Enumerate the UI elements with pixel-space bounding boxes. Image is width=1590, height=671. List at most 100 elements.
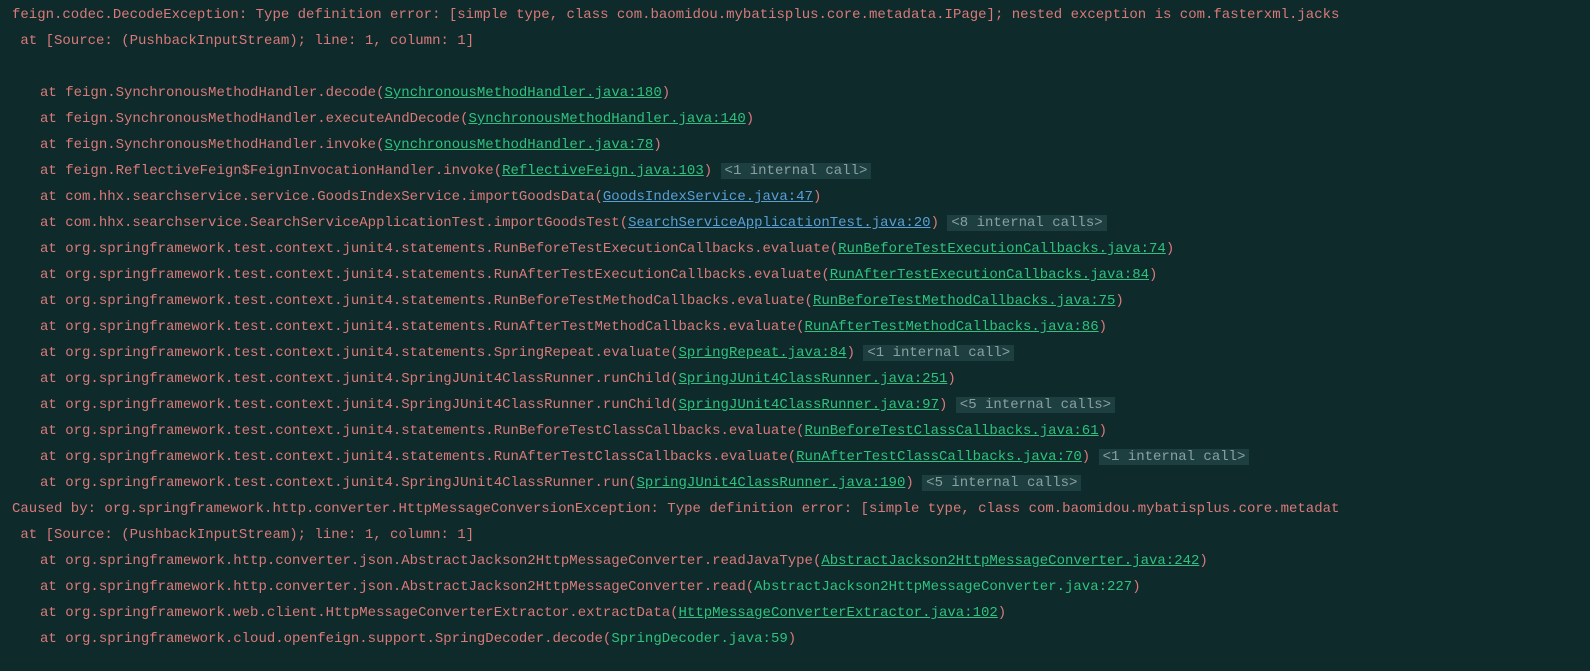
frame-content: at org.springframework.test.context.juni… (12, 449, 1249, 465)
source-link[interactable]: RunBeforeTestMethodCallbacks.java:75 (813, 293, 1115, 309)
source-link[interactable]: RunAfterTestExecutionCallbacks.java:84 (830, 267, 1149, 283)
at-keyword: at (40, 423, 65, 439)
source-link[interactable]: HttpMessageConverterExtractor.java:102 (679, 605, 998, 621)
at-keyword: at (40, 85, 65, 101)
close-paren: ) (788, 631, 796, 647)
frame-content: at org.springframework.test.context.juni… (12, 397, 1115, 413)
frame-content: at feign.ReflectiveFeign$FeignInvocation… (12, 163, 871, 179)
frame-content: at org.springframework.test.context.juni… (12, 475, 1081, 491)
stack-frame-line: at org.springframework.test.context.juni… (0, 288, 1590, 314)
source-link[interactable]: SpringJUnit4ClassRunner.java:190 (637, 475, 906, 491)
close-paren: ) (813, 189, 821, 205)
stack-frames-caused: at org.springframework.http.converter.js… (0, 548, 1590, 652)
internal-calls-badge[interactable]: <1 internal call> (863, 345, 1014, 361)
close-paren: ) (653, 137, 661, 153)
frame-method: feign.SynchronousMethodHandler.invoke( (65, 137, 384, 153)
frame-content: at org.springframework.test.context.juni… (12, 423, 1107, 439)
frame-method: org.springframework.test.context.junit4.… (65, 241, 838, 257)
at-keyword: at (40, 111, 65, 127)
frame-content: at org.springframework.test.context.juni… (12, 267, 1157, 283)
source-link[interactable]: RunAfterTestClassCallbacks.java:70 (796, 449, 1082, 465)
close-paren: ) (662, 85, 670, 101)
frame-content: at org.springframework.cloud.openfeign.s… (12, 631, 796, 647)
at-keyword: at (40, 267, 65, 283)
source-link[interactable]: RunBeforeTestClassCallbacks.java:61 (805, 423, 1099, 439)
frame-method: org.springframework.test.context.junit4.… (65, 423, 804, 439)
source-link[interactable]: RunBeforeTestExecutionCallbacks.java:74 (838, 241, 1166, 257)
frame-method: org.springframework.test.context.junit4.… (65, 267, 830, 283)
source-link[interactable]: SynchronousMethodHandler.java:180 (384, 85, 661, 101)
at-keyword: at (40, 371, 65, 387)
caused-by-text: Caused by: org.springframework.http.conv… (12, 501, 1339, 517)
frame-method: org.springframework.test.context.junit4.… (65, 293, 813, 309)
frame-method: com.hhx.searchservice.SearchServiceAppli… (65, 215, 628, 231)
internal-calls-badge[interactable]: <8 internal calls> (947, 215, 1106, 231)
frame-content: at org.springframework.test.context.juni… (12, 241, 1174, 257)
source-link[interactable]: SpringRepeat.java:84 (679, 345, 847, 361)
source-link: AbstractJackson2HttpMessageConverter.jav… (754, 579, 1132, 595)
stack-frame-line: at org.springframework.test.context.juni… (0, 418, 1590, 444)
close-paren: ) (1115, 293, 1123, 309)
at-keyword: at (40, 137, 65, 153)
frame-content: at feign.SynchronousMethodHandler.decode… (12, 85, 670, 101)
internal-calls-badge[interactable]: <5 internal calls> (922, 475, 1081, 491)
source-link[interactable]: RunAfterTestMethodCallbacks.java:86 (805, 319, 1099, 335)
source-link[interactable]: AbstractJackson2HttpMessageConverter.jav… (821, 553, 1199, 569)
source-link[interactable]: ReflectiveFeign.java:103 (502, 163, 704, 179)
source-link[interactable]: SpringJUnit4ClassRunner.java:97 (679, 397, 939, 413)
source-link[interactable]: SynchronousMethodHandler.java:140 (468, 111, 745, 127)
at-keyword: at (40, 293, 65, 309)
close-paren: ) (847, 345, 855, 361)
frame-method: org.springframework.test.context.junit4.… (65, 319, 804, 335)
frame-method: org.springframework.test.context.junit4.… (65, 449, 796, 465)
close-paren: ) (1132, 579, 1140, 595)
frame-content: at org.springframework.test.context.juni… (12, 319, 1107, 335)
source-link[interactable]: SynchronousMethodHandler.java:78 (384, 137, 653, 153)
blank-line (0, 54, 1590, 80)
stack-frame-line: at org.springframework.http.converter.js… (0, 548, 1590, 574)
close-paren: ) (1166, 241, 1174, 257)
frame-content: at com.hhx.searchservice.service.GoodsIn… (12, 189, 821, 205)
exception-source: at [Source: (PushbackInputStream); line:… (12, 33, 474, 49)
stack-frame-line: at org.springframework.test.context.juni… (0, 392, 1590, 418)
close-paren: ) (1082, 449, 1090, 465)
at-keyword: at (40, 475, 65, 491)
at-keyword: at (40, 579, 65, 595)
frame-method: org.springframework.test.context.junit4.… (65, 371, 678, 387)
at-keyword: at (40, 397, 65, 413)
internal-calls-badge[interactable]: <1 internal call> (1099, 449, 1250, 465)
frame-content: at org.springframework.http.converter.js… (12, 579, 1141, 595)
close-paren: ) (746, 111, 754, 127)
stack-frame-line: at org.springframework.test.context.juni… (0, 340, 1590, 366)
stack-frame-line: at com.hhx.searchservice.service.GoodsIn… (0, 184, 1590, 210)
at-keyword: at (40, 605, 65, 621)
exception-text: feign.codec.DecodeException: Type defini… (12, 7, 1339, 23)
frame-method: org.springframework.test.context.junit4.… (65, 345, 678, 361)
at-keyword: at (40, 631, 65, 647)
source-link[interactable]: SpringJUnit4ClassRunner.java:251 (679, 371, 948, 387)
frame-content: at org.springframework.test.context.juni… (12, 293, 1124, 309)
at-keyword: at (40, 241, 65, 257)
frame-content: at org.springframework.test.context.juni… (12, 345, 1014, 361)
at-keyword: at (40, 553, 65, 569)
frame-content: at com.hhx.searchservice.SearchServiceAp… (12, 215, 1107, 231)
source-link[interactable]: SearchServiceApplicationTest.java:20 (628, 215, 930, 231)
source-link[interactable]: GoodsIndexService.java:47 (603, 189, 813, 205)
close-paren: ) (1099, 319, 1107, 335)
stack-frame-line: at org.springframework.web.client.HttpMe… (0, 600, 1590, 626)
at-keyword: at (40, 345, 65, 361)
close-paren: ) (998, 605, 1006, 621)
stack-frame-line: at feign.SynchronousMethodHandler.decode… (0, 80, 1590, 106)
frame-method: org.springframework.http.converter.json.… (65, 553, 821, 569)
frame-method: com.hhx.searchservice.service.GoodsIndex… (65, 189, 603, 205)
at-keyword: at (40, 319, 65, 335)
caused-by-source: at [Source: (PushbackInputStream); line:… (12, 527, 474, 543)
close-paren: ) (947, 371, 955, 387)
stack-frame-line: at com.hhx.searchservice.SearchServiceAp… (0, 210, 1590, 236)
frame-content: at feign.SynchronousMethodHandler.invoke… (12, 137, 662, 153)
stack-frame-line: at org.springframework.test.context.juni… (0, 314, 1590, 340)
internal-calls-badge[interactable]: <1 internal call> (721, 163, 872, 179)
stack-frame-line: at org.springframework.http.converter.js… (0, 574, 1590, 600)
stack-frames: at feign.SynchronousMethodHandler.decode… (0, 80, 1590, 496)
internal-calls-badge[interactable]: <5 internal calls> (956, 397, 1115, 413)
